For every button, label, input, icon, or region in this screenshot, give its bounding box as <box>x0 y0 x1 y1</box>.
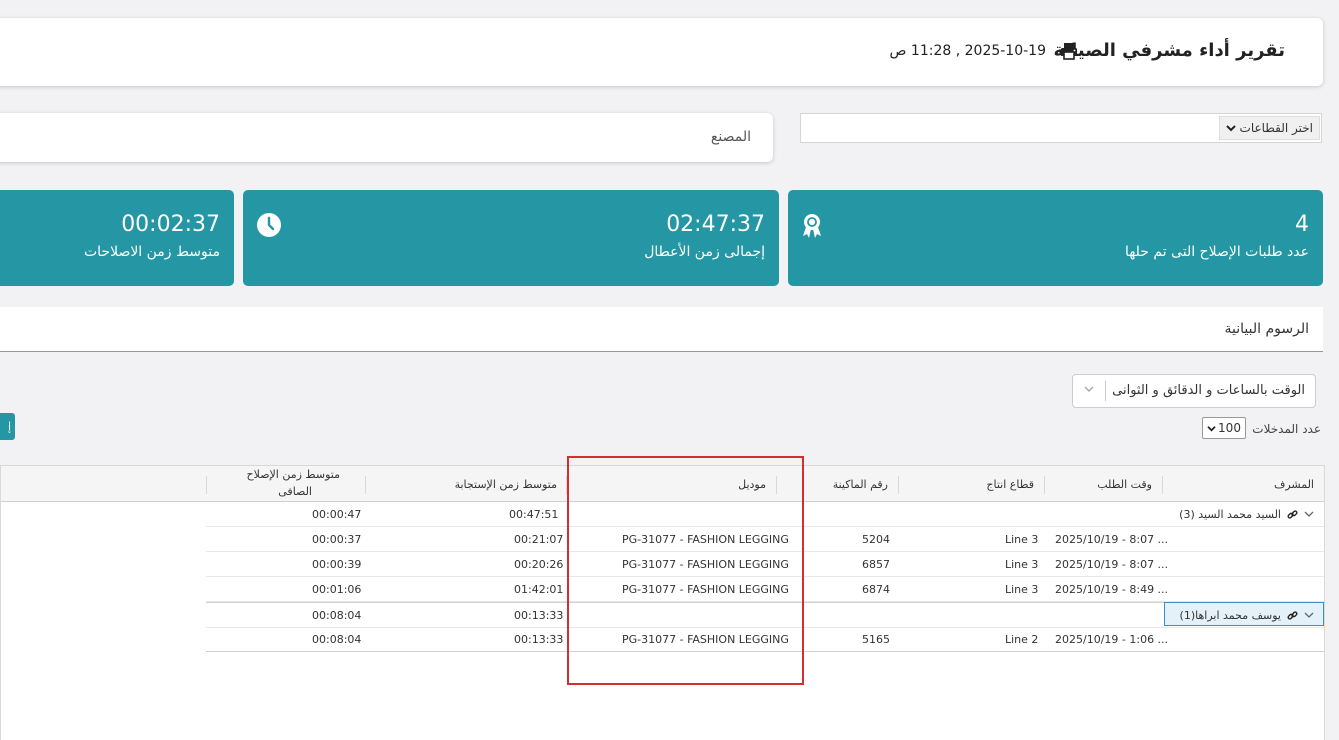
print-icon[interactable] <box>1060 42 1078 60</box>
cell-repair: 00:00:37 <box>312 533 362 546</box>
report-header: تقرير أداء مشرفي الصيانة 2025-10-19 , 11… <box>0 18 1323 86</box>
time-format-value: الوقت بالساعات و الدقائق و الثوانى <box>1112 383 1305 398</box>
col-separator <box>898 476 899 494</box>
col-separator <box>206 476 207 494</box>
select-separator <box>1105 381 1106 401</box>
chevron-down-icon <box>1207 425 1216 431</box>
stat-card-avg-repair: 00:02:37 متوسط زمن الاصلاحات <box>0 190 234 286</box>
entries-value: 100 <box>1218 421 1241 435</box>
cell-response: 00:21:07 <box>514 533 564 546</box>
group-name: السيد محمد السيد (3) <box>1179 507 1281 521</box>
stat-label: إجمالى زمن الأعطال <box>644 244 765 260</box>
cell-machine: 5204 <box>862 533 890 546</box>
group-response: 00:13:33 <box>514 609 564 622</box>
col-response[interactable]: متوسط زمن الإستجابة <box>455 478 557 491</box>
sector-select[interactable]: اختر القطاعات <box>1218 116 1320 140</box>
stat-value: 4 <box>1295 212 1309 237</box>
cell-sector: Line 3 <box>1005 558 1039 571</box>
col-repair-line1[interactable]: متوسط زمن الإصلاح <box>247 468 340 481</box>
col-repair-line2[interactable]: الصافى <box>278 485 312 498</box>
cell-sector: Line 3 <box>1005 583 1039 596</box>
cell-request-time: 2025/10/19 - 8:07 ... <box>1055 533 1169 546</box>
group-response: 00:47:51 <box>509 508 559 521</box>
export-button[interactable]: إ <box>0 413 15 440</box>
entries-select[interactable]: 100 <box>1202 417 1246 439</box>
group-repair: 00:00:47 <box>312 508 362 521</box>
cell-machine: 6874 <box>862 583 890 596</box>
model-column-highlight <box>567 456 804 685</box>
group-label[interactable]: يوسف محمد ابراها(1) <box>1180 606 1314 624</box>
link-icon <box>1287 509 1298 519</box>
page-title: تقرير أداء مشرفي الصيانة <box>1053 40 1285 61</box>
group-name: يوسف محمد ابراها(1) <box>1179 608 1281 622</box>
col-separator <box>365 476 366 494</box>
cell-repair: 00:00:39 <box>312 558 362 571</box>
sector-select-label: اختر القطاعات <box>1239 121 1313 135</box>
cell-machine: 6857 <box>862 558 890 571</box>
col-request-time[interactable]: وقت الطلب <box>1097 478 1152 491</box>
clock-icon <box>257 213 281 237</box>
factory-label: المصنع <box>710 129 751 145</box>
factory-filter[interactable]: المصنع <box>0 113 773 162</box>
col-machine[interactable]: رقم الماكينة <box>833 478 888 491</box>
cell-response: 01:42:01 <box>514 583 564 596</box>
col-sector[interactable]: قطاع انتاج <box>986 478 1034 491</box>
chevron-down-icon <box>1225 125 1236 132</box>
link-icon <box>1287 610 1298 620</box>
col-separator <box>1162 476 1163 494</box>
cell-request-time: 2025/10/19 - 1:06 ... <box>1055 633 1169 646</box>
cell-request-time: 2025/10/19 - 8:49 ... <box>1055 583 1169 596</box>
charts-label: الرسوم البيانية <box>1224 321 1309 337</box>
charts-section-toggle[interactable]: الرسوم البيانية <box>0 307 1323 352</box>
report-datetime: 2025-10-19 , 11:28 ص <box>889 43 1046 59</box>
group-repair: 00:08:04 <box>312 609 362 622</box>
cell-response: 00:13:33 <box>514 633 564 646</box>
col-separator <box>1044 476 1045 494</box>
stat-label: عدد طلبات الإصلاح التى تم حلها <box>1124 244 1309 260</box>
cell-machine: 5165 <box>862 633 890 646</box>
cell-response: 00:20:26 <box>514 558 564 571</box>
award-icon <box>803 214 821 238</box>
chevron-down-icon[interactable] <box>1304 510 1314 518</box>
cell-sector: Line 2 <box>1005 633 1039 646</box>
chevron-down-icon <box>1084 386 1094 393</box>
sector-filter[interactable]: اختر القطاعات <box>800 113 1322 143</box>
group-label[interactable]: السيد محمد السيد (3) <box>1179 505 1314 523</box>
cell-repair: 00:08:04 <box>312 633 362 646</box>
stat-value: 00:02:37 <box>121 212 220 237</box>
stat-value: 02:47:37 <box>666 212 765 237</box>
cell-request-time: 2025/10/19 - 8:07 ... <box>1055 558 1169 571</box>
time-format-select[interactable]: الوقت بالساعات و الدقائق و الثوانى <box>1072 374 1316 408</box>
chevron-down-icon[interactable] <box>1304 611 1314 619</box>
entries-label: عدد المدخلات <box>1252 422 1321 436</box>
col-supervisor[interactable]: المشرف <box>1274 478 1314 491</box>
cell-sector: Line 3 <box>1005 533 1039 546</box>
stat-card-resolved-requests: 4 عدد طلبات الإصلاح التى تم حلها <box>788 190 1323 286</box>
cell-repair: 00:01:06 <box>312 583 362 596</box>
stat-card-total-downtime: 02:47:37 إجمالى زمن الأعطال <box>243 190 779 286</box>
stat-label: متوسط زمن الاصلاحات <box>83 244 220 260</box>
